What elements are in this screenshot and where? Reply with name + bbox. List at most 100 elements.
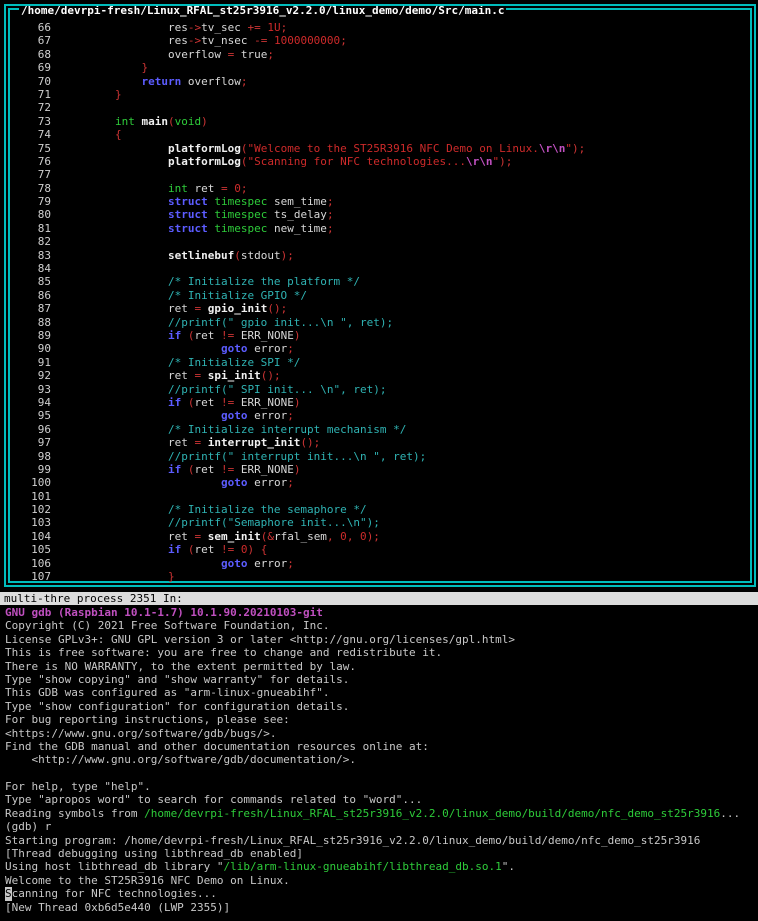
code-line: 68 overflow = true; bbox=[6, 48, 754, 61]
line-number[interactable]: 67 bbox=[6, 34, 51, 47]
code-text: struct timespec ts_delay; bbox=[51, 208, 334, 221]
console-text: Find the GDB manual and other documentat… bbox=[5, 739, 429, 753]
console-text: canning for NFC technologies... bbox=[11, 887, 217, 901]
line-number[interactable]: 77 bbox=[6, 168, 51, 181]
line-number[interactable]: 90 bbox=[6, 342, 51, 355]
code-token: return bbox=[141, 74, 182, 88]
line-number[interactable]: 101 bbox=[6, 490, 51, 503]
code-token: timespec bbox=[207, 221, 268, 235]
line-number[interactable]: 70 bbox=[6, 75, 51, 88]
code-token: goto bbox=[220, 476, 248, 490]
code-text: /* Initialize the semaphore */ bbox=[51, 503, 367, 516]
console-line: This is free software: you are free to c… bbox=[5, 646, 758, 659]
console-line: Find the GDB manual and other documentat… bbox=[5, 740, 758, 753]
code-token: ret bbox=[194, 543, 221, 557]
code-token: tv_sec bbox=[201, 21, 248, 34]
code-line: 107 } bbox=[6, 570, 754, 583]
source-code-lines[interactable]: 66 res->tv_sec += 1U; 67 res->tv_nsec -= … bbox=[6, 21, 754, 583]
line-number[interactable]: 104 bbox=[6, 530, 51, 543]
line-number[interactable]: 100 bbox=[6, 476, 51, 489]
code-token: void bbox=[174, 114, 202, 128]
code-line: 76 platformLog("Scanning for NFC technol… bbox=[6, 155, 754, 168]
code-token: ); bbox=[499, 154, 513, 168]
line-number[interactable]: 91 bbox=[6, 356, 51, 369]
console-text: ... bbox=[720, 806, 741, 820]
code-line: 79 struct timespec sem_time; bbox=[6, 195, 754, 208]
line-number[interactable]: 74 bbox=[6, 128, 51, 141]
line-number[interactable]: 84 bbox=[6, 262, 51, 275]
code-text: if (ret != ERR_NONE) bbox=[51, 329, 300, 342]
line-number[interactable]: 82 bbox=[6, 235, 51, 248]
line-number[interactable]: 92 bbox=[6, 369, 51, 382]
code-token: overflow bbox=[181, 74, 241, 88]
line-number[interactable]: 106 bbox=[6, 557, 51, 570]
line-number[interactable]: 68 bbox=[6, 48, 51, 61]
code-token: if bbox=[167, 543, 182, 557]
line-number[interactable]: 78 bbox=[6, 182, 51, 195]
line-number[interactable]: 85 bbox=[6, 275, 51, 288]
code-token: ret bbox=[167, 302, 195, 316]
code-line: 103 //printf("Semaphore init...\n"); bbox=[6, 516, 754, 529]
line-number[interactable]: 83 bbox=[6, 249, 51, 262]
line-number[interactable]: 71 bbox=[6, 88, 51, 101]
line-number[interactable]: 94 bbox=[6, 396, 51, 409]
code-token: ret bbox=[167, 369, 195, 383]
line-number[interactable]: 72 bbox=[6, 101, 51, 114]
code-token: error bbox=[247, 342, 288, 356]
console-text: Type "show configuration" for configurat… bbox=[5, 699, 350, 713]
source-window[interactable]: /home/devrpi-fresh/Linux_RFAL_st25r3916_… bbox=[4, 4, 756, 587]
line-number[interactable]: 86 bbox=[6, 289, 51, 302]
line-number[interactable]: 105 bbox=[6, 543, 51, 556]
code-text: platformLog("Welcome to the ST25R3916 NF… bbox=[51, 142, 585, 155]
code-line: 75 platformLog("Welcome to the ST25R3916… bbox=[6, 142, 754, 155]
line-number[interactable]: 87 bbox=[6, 302, 51, 315]
line-number[interactable]: 81 bbox=[6, 222, 51, 235]
line-number[interactable]: 97 bbox=[6, 436, 51, 449]
code-token: ); bbox=[280, 248, 294, 262]
console-path: /lib/arm-linux-gnueabihf/libthread_db.so… bbox=[223, 860, 502, 874]
code-token: ts_delay bbox=[267, 208, 327, 222]
line-number[interactable]: 98 bbox=[6, 450, 51, 463]
line-number[interactable]: 93 bbox=[6, 383, 51, 396]
console-text: This GDB was configured as "arm-linux-gn… bbox=[5, 686, 330, 700]
line-number[interactable]: 103 bbox=[6, 516, 51, 529]
code-token: 0 bbox=[353, 529, 367, 543]
code-token: ; bbox=[240, 74, 248, 88]
code-token: int bbox=[167, 181, 188, 195]
code-token: overflow bbox=[167, 47, 228, 61]
console-line: <https://www.gnu.org/software/gdb/bugs/>… bbox=[5, 727, 758, 740]
line-number[interactable]: 95 bbox=[6, 409, 51, 422]
line-number[interactable]: 79 bbox=[6, 195, 51, 208]
code-text: goto error; bbox=[51, 476, 294, 489]
line-number[interactable]: 102 bbox=[6, 503, 51, 516]
line-number[interactable]: 99 bbox=[6, 463, 51, 476]
code-token: ) bbox=[293, 395, 301, 409]
line-number[interactable]: 88 bbox=[6, 316, 51, 329]
line-number[interactable]: 80 bbox=[6, 208, 51, 221]
code-token: stdout bbox=[240, 248, 281, 262]
line-number[interactable]: 66 bbox=[6, 21, 51, 34]
line-number[interactable]: 96 bbox=[6, 423, 51, 436]
line-number[interactable]: 75 bbox=[6, 142, 51, 155]
code-token: != bbox=[220, 328, 235, 342]
gdb-console[interactable]: GNU gdb (Raspbian 10.1-1.7) 10.1.90.2021… bbox=[5, 606, 758, 914]
code-token: struct bbox=[167, 208, 208, 222]
code-token: rfal_sem bbox=[273, 529, 327, 543]
console-text: <http://www.gnu.org/software/gdb/documen… bbox=[5, 753, 356, 767]
line-number[interactable]: 107 bbox=[6, 570, 51, 583]
line-number[interactable]: 89 bbox=[6, 329, 51, 342]
code-line: 92 ret = spi_init(); bbox=[6, 369, 754, 382]
line-number[interactable]: 73 bbox=[6, 115, 51, 128]
code-token: \r\n bbox=[538, 141, 566, 155]
line-number[interactable]: 76 bbox=[6, 155, 51, 168]
code-token: ; bbox=[267, 47, 274, 61]
line-number[interactable]: 69 bbox=[6, 61, 51, 74]
code-token: ; bbox=[326, 221, 334, 235]
code-token: ; bbox=[287, 556, 294, 570]
code-text: //printf("Semaphore init...\n"); bbox=[51, 516, 380, 529]
code-line: 81 struct timespec new_time; bbox=[6, 222, 754, 235]
console-line: There is NO WARRANTY, to the extent perm… bbox=[5, 660, 758, 673]
